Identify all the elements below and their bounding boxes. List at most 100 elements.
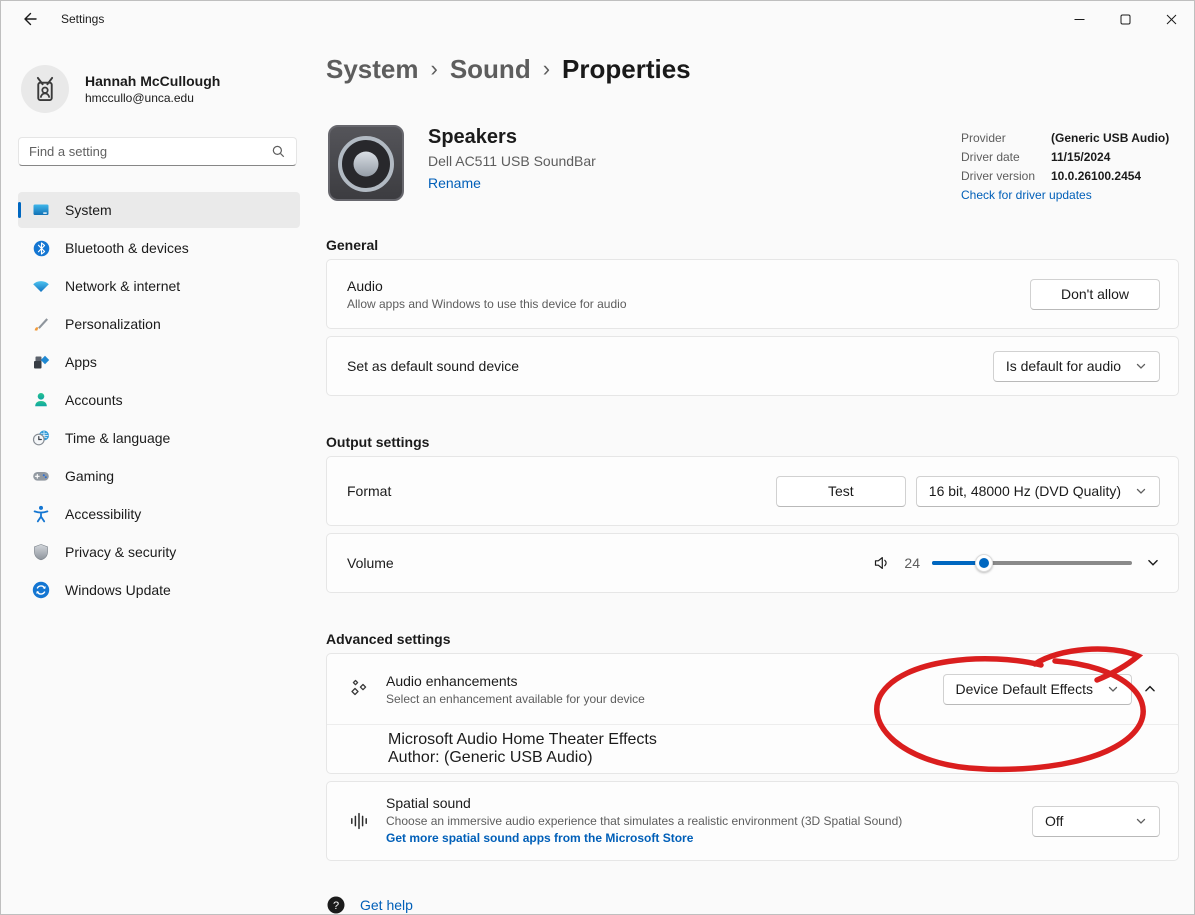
sidebar-nav: System Bluetooth & devices Network & int… [1,192,317,608]
check-driver-updates-link[interactable]: Check for driver updates [961,188,1092,202]
format-dropdown[interactable]: 16 bit, 48000 Hz (DVD Quality) [916,476,1160,507]
titlebar: Settings [1,1,1194,37]
volume-slider-thumb[interactable] [975,554,993,572]
speaker-device-image [326,123,406,203]
format-card: Format Test 16 bit, 48000 Hz (DVD Qualit… [326,456,1179,526]
bluetooth-icon [30,238,52,258]
sidebar-item-label: Network & internet [65,278,180,294]
general-heading: General [326,237,1179,253]
windows-update-icon [30,580,52,600]
current-effect-name: Microsoft Audio Home Theater Effects [388,731,1178,749]
get-help-icon: ? [326,895,346,915]
profile-name: Hannah McCullough [85,73,220,89]
driver-provider-label: Provider [961,129,1051,148]
chevron-down-icon [1135,815,1147,827]
get-help-link[interactable]: Get help [360,897,413,913]
sidebar-item-privacy-security[interactable]: Privacy & security [18,534,300,570]
sidebar-item-windows-update[interactable]: Windows Update [18,572,300,608]
id-badge-icon [26,70,64,108]
spatial-sound-store-link[interactable]: Get more spatial sound apps from the Mic… [386,831,693,845]
privacy-security-icon [30,542,52,562]
audio-enhancements-dropdown[interactable]: Device Default Effects [943,674,1132,705]
accounts-icon [30,390,52,410]
expander-chevron-up-icon[interactable] [1140,682,1160,696]
audio-enhancements-row: Audio enhancements Select an enhancement… [327,654,1178,724]
breadcrumb: System › Sound › Properties [326,51,1179,87]
profile-email: hmccullo@unca.edu [85,91,220,105]
close-button[interactable] [1148,1,1194,37]
search-input[interactable] [29,144,271,159]
sidebar-item-gaming[interactable]: Gaming [18,458,300,494]
volume-value: 24 [904,555,920,571]
chevron-right-icon: › [543,51,550,87]
default-device-title: Set as default sound device [347,358,519,374]
sidebar-item-network-internet[interactable]: Network & internet [18,268,300,304]
search-icon [271,144,286,159]
dont-allow-button[interactable]: Don't allow [1030,279,1160,310]
sparkles-icon [347,677,371,701]
sidebar-item-personalization[interactable]: Personalization [18,306,300,342]
driver-version-value: 10.0.26100.2454 [1051,167,1141,186]
driver-date-label: Driver date [961,148,1051,167]
minimize-icon [1074,14,1085,25]
sidebar-item-accounts[interactable]: Accounts [18,382,300,418]
audio-title: Audio [347,278,627,294]
search-box[interactable] [18,137,297,166]
default-device-dropdown-value: Is default for audio [1006,358,1121,374]
system-icon [30,200,52,220]
device-description: Dell AC511 USB SoundBar [428,153,596,169]
sidebar-item-label: Gaming [65,468,114,484]
gaming-icon [30,466,52,486]
avatar [21,65,69,113]
spatial-sound-dropdown[interactable]: Off [1032,806,1160,837]
audio-enhancements-subtitle: Select an enhancement available for your… [386,692,645,706]
sidebar-item-label: Accessibility [65,506,141,522]
sidebar-item-label: Accounts [65,392,123,408]
minimize-button[interactable] [1056,1,1102,37]
audio-enhancements-card: Audio enhancements Select an enhancement… [326,653,1179,774]
volume-slider[interactable] [932,554,1132,572]
back-button[interactable] [13,6,47,32]
volume-title: Volume [347,555,394,571]
svg-text:?: ? [333,900,339,912]
chevron-down-icon [1107,683,1119,695]
time-language-icon [30,428,52,448]
spatial-sound-card: Spatial sound Choose an immersive audio … [326,781,1179,861]
personalization-icon [30,314,52,334]
chevron-right-icon: › [431,51,438,87]
device-header: Speakers Dell AC511 USB SoundBar Rename … [326,123,1179,203]
volume-expander-chevron-down-icon[interactable] [1146,556,1160,570]
network-icon [30,276,52,296]
sidebar-item-apps[interactable]: Apps [18,344,300,380]
driver-version-label: Driver version [961,167,1051,186]
user-profile[interactable]: Hannah McCullough hmccullo@unca.edu [21,65,317,113]
sidebar-item-label: System [65,202,112,218]
maximize-button[interactable] [1102,1,1148,37]
accessibility-icon [30,504,52,524]
breadcrumb-properties: Properties [562,51,691,87]
sidebar-item-bluetooth-devices[interactable]: Bluetooth & devices [18,230,300,266]
format-dropdown-value: 16 bit, 48000 Hz (DVD Quality) [929,483,1121,499]
close-icon [1166,14,1177,25]
spatial-sound-dropdown-value: Off [1045,813,1063,829]
rename-link[interactable]: Rename [428,175,481,191]
sidebar-item-label: Time & language [65,430,170,446]
main-content: System › Sound › Properties Speakers Del… [326,37,1179,914]
default-device-dropdown[interactable]: Is default for audio [993,351,1160,382]
chevron-down-icon [1135,360,1147,372]
app-title: Settings [61,12,104,26]
breadcrumb-sound[interactable]: Sound [450,51,531,87]
default-device-card: Set as default sound device Is default f… [326,336,1179,396]
sidebar-item-system[interactable]: System [18,192,300,228]
sidebar-item-time-language[interactable]: Time & language [18,420,300,456]
breadcrumb-system[interactable]: System [326,51,419,87]
driver-date-value: 11/15/2024 [1051,148,1110,167]
audio-enhancements-title: Audio enhancements [386,673,645,689]
volume-card: Volume 24 [326,533,1179,593]
sidebar-item-label: Apps [65,354,97,370]
driver-provider-value: (Generic USB Audio) [1051,129,1169,148]
sidebar-item-accessibility[interactable]: Accessibility [18,496,300,532]
selection-indicator [18,202,21,218]
sidebar-item-label: Windows Update [65,582,171,598]
test-button[interactable]: Test [776,476,906,507]
